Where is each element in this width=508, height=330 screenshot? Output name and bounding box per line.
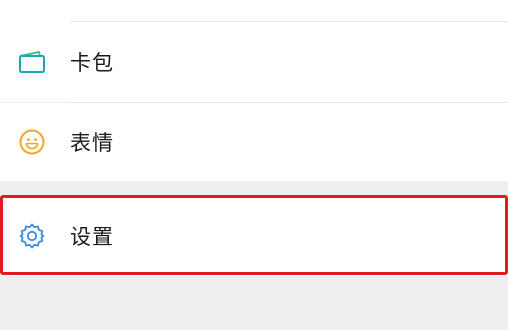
menu-item-emoji[interactable]: 表情 (0, 103, 508, 181)
card-wallet-icon (17, 47, 47, 77)
menu-item-settings[interactable]: 设置 (0, 196, 508, 276)
menu-item-label: 表情 (70, 131, 114, 155)
menu-item-card-wallet[interactable]: 卡包 (0, 22, 508, 102)
gear-icon (17, 221, 47, 251)
previous-row-remnant (0, 0, 508, 22)
menu-item-label: 设置 (70, 225, 114, 249)
menu-item-label: 卡包 (70, 51, 114, 75)
smiley-icon (17, 127, 47, 157)
